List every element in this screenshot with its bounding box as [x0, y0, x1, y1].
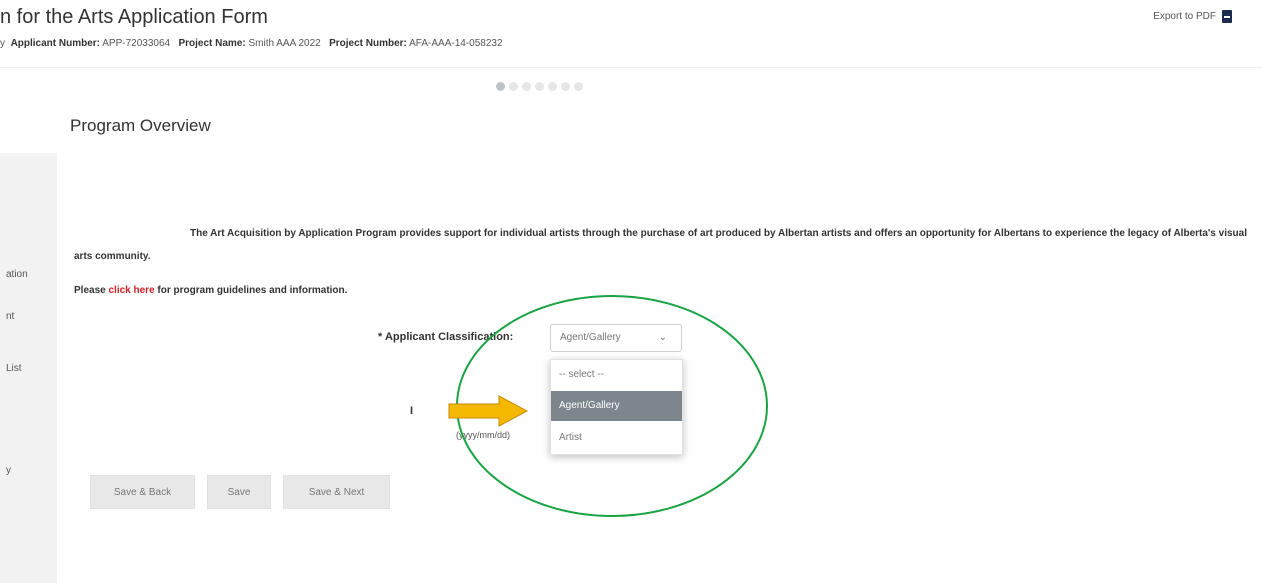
classification-dropdown-list: -- select -- Agent/Gallery Artist	[550, 359, 683, 455]
export-to-pdf-button[interactable]: Export to PDF	[1153, 10, 1232, 23]
step-dot[interactable]	[548, 82, 557, 91]
sidebar-item-4[interactable]: y	[6, 465, 11, 476]
step-dot[interactable]	[496, 82, 505, 91]
guidelines-text: Please click here for program guidelines…	[74, 285, 347, 296]
step-dot[interactable]	[574, 82, 583, 91]
pdf-icon	[1222, 10, 1232, 23]
chevron-down-icon: ⌄	[658, 332, 667, 343]
applicant-classification-label: * Applicant Classification:	[378, 331, 513, 343]
sidebar: ation nt List y	[0, 153, 57, 583]
save-button[interactable]: Save	[207, 475, 271, 509]
select-value: Agent/Gallery	[560, 332, 621, 343]
project-name: Smith AAA 2022	[248, 38, 321, 49]
page-title: n for the Arts Application Form	[0, 6, 268, 28]
save-and-back-button[interactable]: Save & Back	[90, 475, 195, 509]
step-progress	[496, 82, 583, 91]
step-dot[interactable]	[535, 82, 544, 91]
applicant-classification-select[interactable]: Agent/Gallery ⌄	[550, 324, 682, 352]
guidelines-link[interactable]: click here	[108, 285, 154, 296]
step-dot[interactable]	[522, 82, 531, 91]
guidelines-post: for program guidelines and information.	[154, 285, 348, 296]
export-label: Export to PDF	[1153, 11, 1216, 22]
option-select-placeholder[interactable]: -- select --	[551, 360, 682, 390]
project-number: AFA-AAA-14-058232	[409, 38, 503, 49]
sidebar-item-3[interactable]: List	[6, 363, 22, 374]
sidebar-item-2[interactable]: nt	[6, 311, 14, 322]
date-label-end: ed:	[481, 405, 498, 417]
option-agent-gallery[interactable]: Agent/Gallery	[551, 391, 682, 421]
step-dot[interactable]	[509, 82, 518, 91]
date-format-hint: (yyyy/mm/dd)	[456, 430, 510, 440]
date-label-start: I	[410, 405, 414, 417]
section-title: Program Overview	[70, 116, 211, 135]
header-divider	[0, 67, 1262, 68]
project-number-label: Project Number:	[329, 38, 407, 49]
save-and-next-button[interactable]: Save & Next	[283, 475, 390, 509]
applicant-number-label: Applicant Number:	[10, 38, 101, 49]
program-intro-text: The Art Acquisition by Application Progr…	[74, 228, 1247, 262]
classification-label-text: Applicant Classification:	[384, 331, 514, 343]
application-meta: y Applicant Number: APP-72033064 Project…	[0, 38, 503, 49]
date-field-label: I ed:	[410, 405, 498, 417]
guidelines-pre: Please	[74, 285, 109, 296]
project-name-label: Project Name:	[178, 38, 246, 49]
required-mark: *	[378, 331, 383, 343]
meta-prefix: y	[0, 38, 5, 49]
sidebar-item-1[interactable]: ation	[6, 269, 28, 280]
option-artist[interactable]: Artist	[551, 423, 682, 453]
applicant-number: APP-72033064	[102, 38, 171, 49]
step-dot[interactable]	[561, 82, 570, 91]
